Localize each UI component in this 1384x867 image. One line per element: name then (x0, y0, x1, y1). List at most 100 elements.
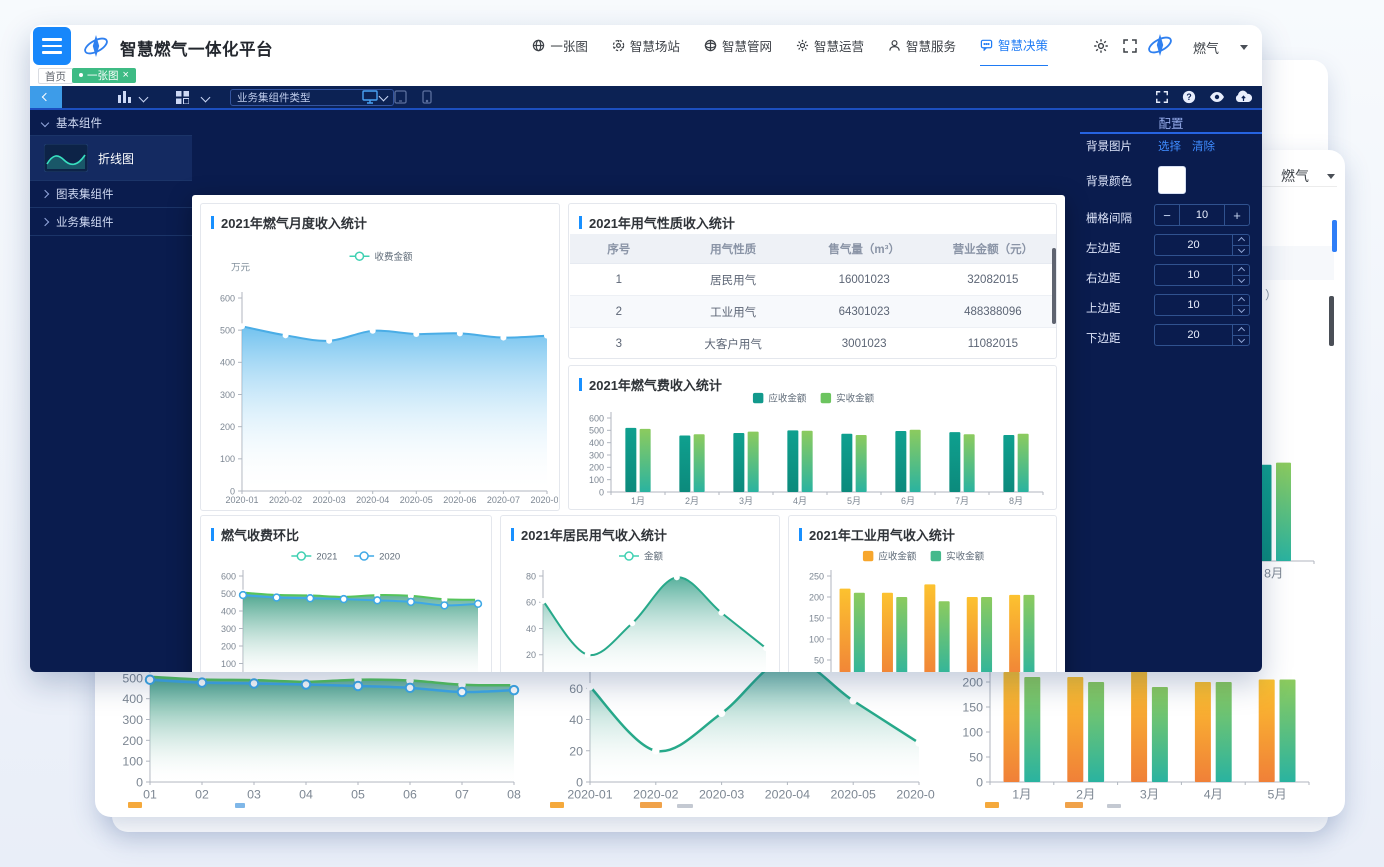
svg-text:02: 02 (195, 787, 209, 801)
tab-home[interactable]: 首页 (38, 68, 73, 84)
svg-text:04: 04 (299, 787, 313, 801)
col-header: 售气量（m³） (799, 234, 930, 264)
chevron-right-icon (41, 217, 49, 225)
svg-text:2020-01: 2020-01 (225, 495, 258, 505)
svg-text:08: 08 (507, 787, 521, 801)
cloud-upload-icon[interactable] (1235, 90, 1252, 103)
tablet-icon[interactable] (394, 90, 407, 104)
sidebar-group-bizset[interactable]: 业务集组件 (30, 208, 192, 236)
spin-down-button[interactable] (1233, 245, 1249, 256)
widgets-grid-icon[interactable] (176, 91, 189, 104)
chevron-down-icon[interactable] (139, 93, 149, 103)
chevron-down-icon[interactable] (201, 93, 211, 103)
eye-icon[interactable] (1209, 91, 1225, 103)
help-icon[interactable]: ? (1182, 90, 1196, 104)
phone-icon[interactable] (422, 90, 432, 104)
svg-text:200: 200 (962, 676, 983, 690)
plus-button[interactable]: + (1224, 205, 1249, 225)
spin-down-button[interactable] (1233, 305, 1249, 316)
collapse-sidebar-button[interactable] (30, 86, 62, 108)
active-dot (79, 73, 83, 77)
fullscreen-icon[interactable] (1122, 38, 1138, 54)
spin-down-button[interactable] (1233, 275, 1249, 286)
margin-left-input: 20 (1154, 234, 1250, 256)
svg-text:2020-07: 2020-07 (487, 495, 520, 505)
nav-item-pipeline[interactable]: 智慧管网 (704, 25, 772, 66)
monitor-icon[interactable] (362, 90, 378, 104)
choose-link[interactable]: 选择 (1158, 138, 1181, 154)
divider (1262, 186, 1337, 187)
spin-down-button[interactable] (1233, 335, 1249, 346)
spin-up-button[interactable] (1233, 235, 1249, 245)
expand-icon[interactable] (1155, 90, 1169, 104)
nav-label: 智慧管网 (722, 36, 772, 55)
hamburger-menu-button[interactable] (33, 27, 71, 65)
table-row: 2工业用气64301023488388096 (570, 296, 1056, 328)
legend-fragment (640, 802, 662, 808)
svg-text:03: 03 (247, 787, 261, 801)
legend-fragment (1065, 802, 1083, 808)
svg-text:2020-02: 2020-02 (633, 787, 678, 801)
table-row: 3大客户用气300102311082015 (570, 328, 1056, 360)
minus-button[interactable]: − (1155, 205, 1180, 225)
nav-item-map[interactable]: 一张图 (532, 25, 588, 66)
svg-text:收费金额: 收费金额 (374, 251, 413, 263)
spin-up-button[interactable] (1233, 295, 1249, 305)
svg-text:2020-04: 2020-04 (356, 495, 389, 505)
card-fee-income: 2021年燃气费收入统计 01002003004005006001月2月3月4月… (568, 365, 1057, 510)
margin-right-value[interactable]: 10 (1155, 269, 1232, 281)
clear-link[interactable]: 清除 (1192, 138, 1215, 154)
col-header: 用气性质 (668, 234, 799, 264)
margin-bottom-label: 下边距 (1086, 330, 1121, 346)
svg-text:250: 250 (809, 571, 824, 581)
legend-fragment (550, 802, 564, 808)
margin-left-value[interactable]: 20 (1155, 239, 1232, 251)
bg-color-label: 背景颜色 (1086, 173, 1132, 189)
svg-text:4月: 4月 (1204, 787, 1223, 801)
svg-text:600: 600 (221, 571, 236, 581)
svg-text:150: 150 (809, 613, 824, 623)
bg-color-swatch[interactable] (1158, 166, 1186, 194)
spin-up-button[interactable] (1233, 265, 1249, 275)
nav-item-decision[interactable]: 智慧决策 (980, 25, 1048, 67)
sidebar-group-chartset[interactable]: 图表集组件 (30, 180, 192, 208)
settings-gear-icon[interactable] (1093, 38, 1109, 54)
nav-item-station[interactable]: 智慧场站 (612, 25, 680, 66)
svg-text:400: 400 (221, 606, 236, 616)
svg-text:20: 20 (526, 650, 536, 660)
table-scrollbar[interactable] (1052, 248, 1056, 324)
close-icon[interactable]: × (123, 69, 129, 81)
spin-up-button[interactable] (1233, 325, 1249, 335)
svg-text:500: 500 (221, 589, 236, 599)
svg-text:400: 400 (589, 438, 604, 448)
margin-top-value[interactable]: 10 (1155, 299, 1232, 311)
chevron-right-icon (41, 189, 49, 197)
scrollbar-segment[interactable] (1332, 220, 1337, 252)
nav-item-operation[interactable]: 智慧运营 (796, 25, 864, 66)
bar-chart-icon[interactable] (118, 91, 132, 103)
sidebar-group-basic[interactable]: 基本组件 (30, 110, 192, 136)
sidebar-item-line-chart[interactable]: 折线图 (30, 136, 192, 181)
margin-left-label: 左边距 (1086, 240, 1121, 256)
svg-text:1月: 1月 (1012, 787, 1031, 801)
bg-window-user-label[interactable]: 燃气 (1281, 166, 1309, 186)
svg-text:50: 50 (969, 751, 983, 765)
user-menu[interactable]: 燃气 (1193, 38, 1219, 57)
dashboard-preview-modal: 2021年燃气月度收入统计 01002003004005006002020-01… (192, 195, 1065, 672)
svg-text:200: 200 (589, 463, 604, 473)
svg-text:100: 100 (122, 755, 143, 769)
svg-text:40: 40 (526, 624, 536, 634)
nav-label: 一张图 (550, 36, 588, 55)
tab-active[interactable]: 一张图 × (72, 68, 136, 83)
col-header: 营业金额（元） (930, 234, 1056, 264)
svg-text:200: 200 (809, 592, 824, 602)
svg-text:2020-05: 2020-05 (400, 495, 433, 505)
user-icon (888, 39, 901, 52)
nav-item-service[interactable]: 智慧服务 (888, 25, 956, 66)
svg-text:实收金额: 实收金额 (946, 551, 985, 563)
svg-text:100: 100 (962, 726, 983, 740)
page-title: 智慧燃气一体化平台 (120, 36, 273, 60)
margin-bottom-input: 20 (1154, 324, 1250, 346)
margin-bottom-value[interactable]: 20 (1155, 329, 1232, 341)
grid-gap-value[interactable]: 10 (1180, 209, 1224, 221)
